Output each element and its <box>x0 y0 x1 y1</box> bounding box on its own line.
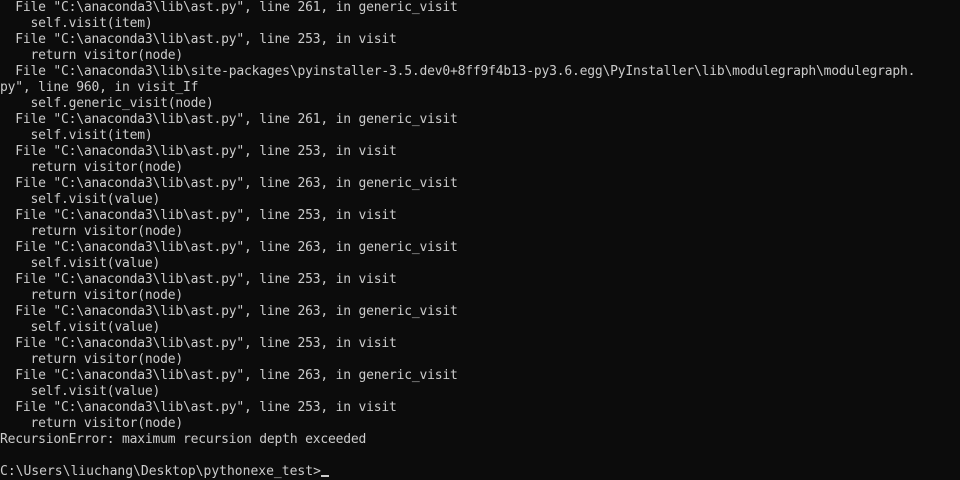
output-line: self.visit(item) <box>0 16 153 31</box>
command-prompt-line[interactable]: C:\Users\liuchang\Desktop\pythonexe_test… <box>0 464 960 480</box>
output-line: return visitor(node) <box>0 48 184 63</box>
output-line: File "C:\anaconda3\lib\ast.py", line 261… <box>0 112 458 127</box>
output-line: py", line 960, in visit_If <box>0 80 199 95</box>
output-line: File "C:\anaconda3\lib\ast.py", line 261… <box>0 0 458 15</box>
output-line: File "C:\anaconda3\lib\ast.py", line 253… <box>0 336 397 351</box>
output-line: self.visit(value) <box>0 384 161 399</box>
output-line: self.visit(value) <box>0 320 161 335</box>
output-line: File "C:\anaconda3\lib\ast.py", line 263… <box>0 368 458 383</box>
output-line: File "C:\anaconda3\lib\ast.py", line 253… <box>0 272 397 287</box>
output-line: return visitor(node) <box>0 352 184 367</box>
output-line: File "C:\anaconda3\lib\ast.py", line 253… <box>0 144 397 159</box>
console-window[interactable]: File "C:\anaconda3\lib\ast.py", line 261… <box>0 0 960 480</box>
output-line: self.visit(value) <box>0 256 161 271</box>
output-line: File "C:\anaconda3\lib\site-packages\pyi… <box>0 64 916 79</box>
traceback-output: File "C:\anaconda3\lib\ast.py", line 261… <box>0 0 960 448</box>
output-line: File "C:\anaconda3\lib\ast.py", line 253… <box>0 208 397 223</box>
output-line: RecursionError: maximum recursion depth … <box>0 432 367 447</box>
output-line: File "C:\anaconda3\lib\ast.py", line 263… <box>0 240 458 255</box>
output-line: return visitor(node) <box>0 416 184 431</box>
prompt-path: C:\Users\liuchang\Desktop\pythonexe_test… <box>0 464 321 479</box>
output-line: File "C:\anaconda3\lib\ast.py", line 263… <box>0 176 458 191</box>
output-line: return visitor(node) <box>0 288 184 303</box>
output-line: return visitor(node) <box>0 160 184 175</box>
output-line: File "C:\anaconda3\lib\ast.py", line 253… <box>0 400 397 415</box>
output-line: File "C:\anaconda3\lib\ast.py", line 253… <box>0 32 397 47</box>
output-line: return visitor(node) <box>0 224 184 239</box>
output-line: File "C:\anaconda3\lib\ast.py", line 263… <box>0 304 458 319</box>
text-cursor <box>320 475 329 477</box>
output-line: self.visit(item) <box>0 128 153 143</box>
output-line: self.generic_visit(node) <box>0 96 214 111</box>
output-line: self.visit(value) <box>0 192 161 207</box>
